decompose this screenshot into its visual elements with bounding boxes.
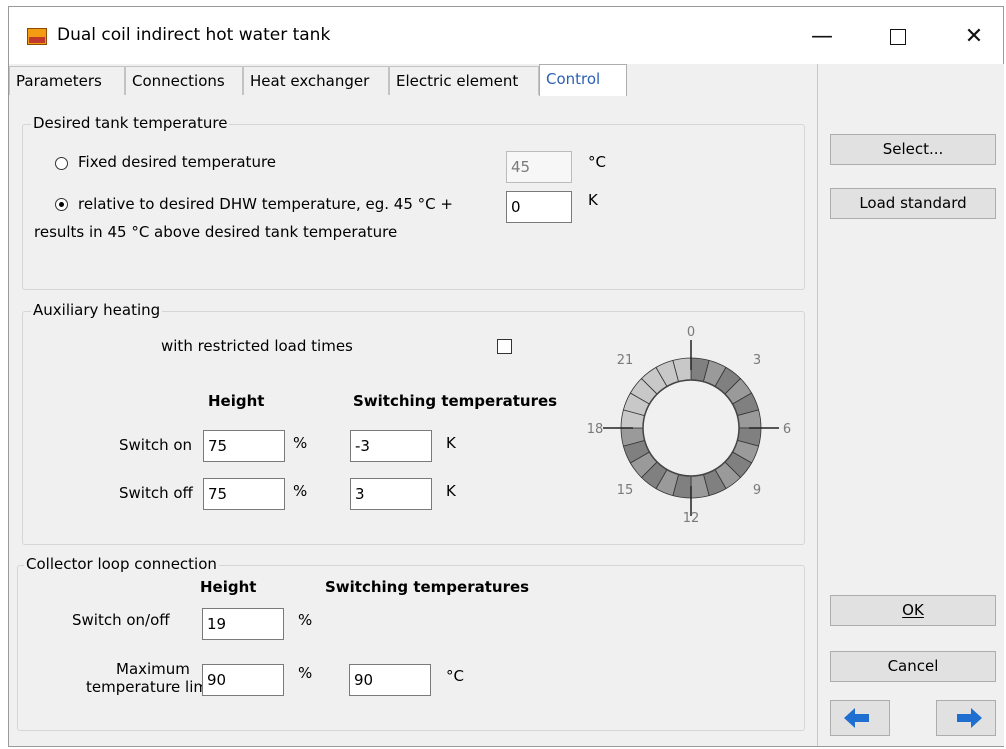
clock-label-6: 6 <box>783 422 791 437</box>
dialog-window: Dual coil indirect hot water tank — ✕ Pa… <box>8 6 1004 747</box>
cancel-button[interactable]: Cancel <box>830 651 996 682</box>
switch-on-off-height-field[interactable]: 19 <box>202 608 284 640</box>
restricted-load-times-label: with restricted load times <box>161 337 353 355</box>
tab-heat-exchanger[interactable]: Heat exchanger <box>243 66 389 95</box>
tab-parameters[interactable]: Parameters <box>9 66 125 95</box>
window-title: Dual coil indirect hot water tank <box>57 25 331 45</box>
desired-tank-temperature-group: Desired tank temperature Fixed desired t… <box>22 114 805 290</box>
tab-control[interactable]: Control <box>539 64 627 97</box>
clock-inner-circle <box>642 379 740 477</box>
switch-on-height-field[interactable]: 75 <box>203 430 285 462</box>
clock-label-12: 12 <box>683 511 700 526</box>
height-header: Height <box>208 392 265 410</box>
group-title: Desired tank temperature <box>31 114 230 132</box>
celsius-unit: °C <box>446 667 464 685</box>
percent-unit: % <box>298 664 313 682</box>
switching-temperatures-header: Switching temperatures <box>325 578 530 596</box>
switch-off-height-field[interactable]: 75 <box>203 478 285 510</box>
relative-temperature-unit: K <box>588 191 598 209</box>
switch-off-temp-field[interactable]: 3 <box>350 478 432 510</box>
relative-temperature-field[interactable]: 0 <box>506 191 572 223</box>
percent-unit: % <box>293 434 308 452</box>
collector-loop-group: Collector loop connection Height Switchi… <box>17 555 805 731</box>
arrow-left-icon <box>844 708 869 728</box>
tab-connections[interactable]: Connections <box>125 66 243 95</box>
close-button[interactable]: ✕ <box>949 17 999 57</box>
arrow-right-icon <box>957 708 982 728</box>
kelvin-unit: K <box>446 434 456 452</box>
switch-on-off-label: Switch on/off <box>72 611 170 629</box>
percent-unit: % <box>293 482 308 500</box>
ok-label: OK <box>902 601 924 619</box>
tab-strip: Parameters Connections Heat exchanger El… <box>9 64 817 97</box>
clock-label-15: 15 <box>617 483 634 498</box>
select-button[interactable]: Select... <box>830 134 996 165</box>
fixed-temperature-radio[interactable] <box>55 157 68 170</box>
fixed-temperature-field[interactable]: 45 <box>506 151 572 183</box>
relative-temperature-radio[interactable] <box>55 198 68 211</box>
clock-label-3: 3 <box>753 353 761 368</box>
maximize-button[interactable] <box>873 17 923 57</box>
switch-on-temp-field[interactable]: -3 <box>350 430 432 462</box>
clock-label-18: 18 <box>587 422 604 437</box>
switch-on-label: Switch on <box>119 436 193 454</box>
clock-label-21: 21 <box>617 353 634 368</box>
clock-label-9: 9 <box>753 483 761 498</box>
relative-temperature-label: relative to desired DHW temperature, eg.… <box>78 195 453 213</box>
relative-temperature-note: results in 45 °C above desired tank temp… <box>34 223 398 241</box>
side-button-panel: Select... Load standard OK Cancel <box>817 64 1004 746</box>
title-bar: Dual coil indirect hot water tank — ✕ <box>9 7 1003 64</box>
max-temperature-label: Maximum <box>116 660 190 678</box>
group-title: Auxiliary heating <box>31 301 163 319</box>
switching-temperatures-header: Switching temperatures <box>353 392 558 410</box>
app-icon <box>27 28 47 45</box>
load-standard-button[interactable]: Load standard <box>830 188 996 219</box>
group-title: Collector loop connection <box>24 555 219 573</box>
ok-button[interactable]: OK <box>830 595 996 626</box>
clock-label-0: 0 <box>687 325 695 340</box>
height-header: Height <box>200 578 257 596</box>
auxiliary-heating-group: Auxiliary heating with restricted load t… <box>22 301 805 545</box>
maximize-icon <box>890 29 906 45</box>
dialog-client: Parameters Connections Heat exchanger El… <box>9 64 1004 746</box>
forward-button[interactable] <box>936 700 996 736</box>
max-temperature-value-field[interactable]: 90 <box>349 664 431 696</box>
tab-electric-element[interactable]: Electric element <box>389 66 539 95</box>
switch-off-label: Switch off <box>119 484 193 502</box>
max-temperature-height-field[interactable]: 90 <box>202 664 284 696</box>
kelvin-unit: K <box>446 482 456 500</box>
load-time-clock[interactable]: 0 3 6 9 12 15 18 21 <box>581 314 801 534</box>
restricted-load-times-checkbox[interactable] <box>497 339 512 354</box>
fixed-temperature-unit: °C <box>588 153 606 171</box>
percent-unit: % <box>298 611 313 629</box>
max-temperature-label-2: temperature limit <box>86 678 219 696</box>
back-button[interactable] <box>830 700 890 736</box>
minimize-button[interactable]: — <box>797 17 847 57</box>
fixed-temperature-label: Fixed desired temperature <box>78 153 277 171</box>
control-tab-page: Desired tank temperature Fixed desired t… <box>9 96 817 746</box>
